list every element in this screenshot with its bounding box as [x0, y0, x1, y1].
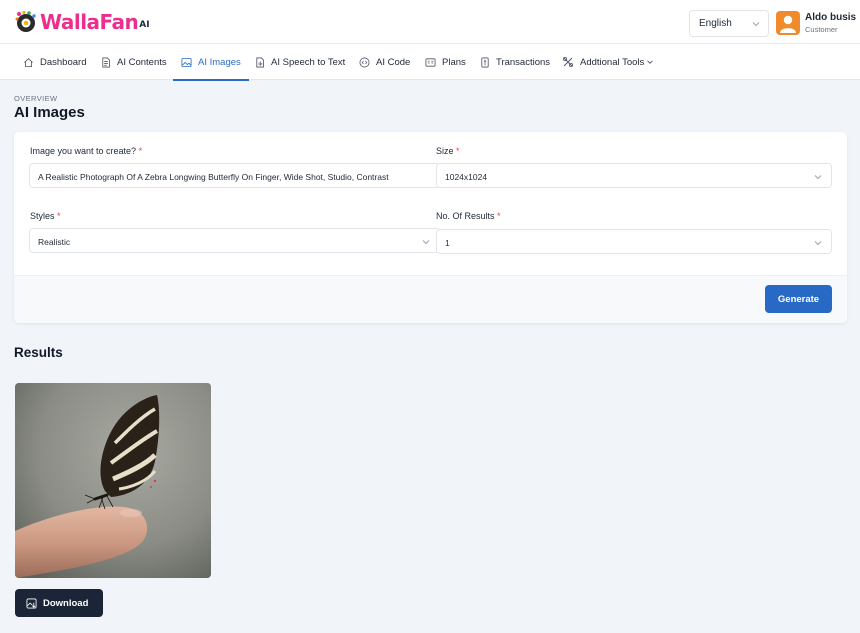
size-label: Size * [436, 146, 460, 156]
download-label: Download [43, 597, 89, 609]
chevron-down-icon [422, 240, 430, 245]
tools-icon [562, 56, 574, 68]
size-select[interactable]: 1024x1024 [436, 163, 832, 188]
results-count-value: 1 [445, 238, 450, 248]
document-icon [102, 57, 110, 67]
nav-label: Plans [442, 56, 466, 68]
prompt-label: Image you want to create? * [30, 146, 142, 156]
styles-value: Realistic [38, 237, 71, 247]
nav-item-ai-code[interactable]: AI Code [359, 44, 410, 80]
image-generation-form: Image you want to create? * A Realistic … [14, 132, 847, 323]
nav-label: AI Images [198, 56, 241, 68]
nav-item-plans[interactable]: Plans [425, 44, 466, 80]
chevron-down-icon [647, 60, 654, 64]
chevron-down-icon [814, 241, 822, 246]
results-count-select[interactable]: 1 [436, 229, 832, 254]
code-icon [359, 57, 370, 67]
chevron-down-icon [814, 175, 822, 180]
results-title: Results [14, 345, 63, 360]
language-value: English [699, 18, 732, 29]
avatar[interactable] [776, 11, 800, 35]
user-name[interactable]: Aldo busis [805, 12, 856, 23]
nav-item-additional-tools[interactable]: Addtional Tools [562, 44, 654, 80]
styles-label-text: Styles [30, 211, 55, 221]
language-select[interactable]: English [689, 10, 769, 37]
prompt-input[interactable]: A Realistic Photograph Of A Zebra Longwi… [29, 163, 440, 188]
form-footer [14, 275, 847, 323]
image-icon [181, 57, 192, 67]
prompt-label-text: Image you want to create? [30, 146, 137, 156]
download-image-icon [26, 598, 37, 608]
results-count-label: No. Of Results * [436, 211, 501, 221]
nav-item-dashboard[interactable]: Dashboard [23, 44, 86, 80]
nav-label: Addtional Tools [580, 56, 645, 68]
brand-logo[interactable]: WallaFan AI [14, 9, 150, 35]
home-icon [24, 57, 33, 67]
nav-item-ai-speech-to-text[interactable]: AI Speech to Text [255, 44, 345, 80]
results-count-label-text: No. Of Results [436, 211, 495, 221]
styles-label: Styles * [30, 211, 61, 221]
nav-label: Dashboard [40, 56, 87, 68]
brand-name: WallaFan [40, 10, 139, 34]
receipt-icon [481, 57, 489, 67]
size-label-text: Size [436, 146, 454, 156]
required-mark: * [497, 211, 501, 221]
prompt-value: A Realistic Photograph Of A Zebra Longwi… [38, 172, 389, 182]
user-avatar-icon [780, 15, 796, 33]
nav-item-ai-contents[interactable]: AI Contents [101, 44, 167, 80]
nav-label: AI Contents [117, 56, 167, 68]
page-title: AI Images [14, 104, 85, 121]
nav-item-transactions[interactable]: Transactions [480, 44, 550, 80]
plans-icon [425, 57, 436, 67]
page-overline: OVERVIEW [14, 94, 58, 103]
styles-select[interactable]: Realistic [29, 228, 440, 253]
size-value: 1024x1024 [445, 172, 488, 182]
nav-label: AI Speech to Text [271, 56, 346, 68]
logo-mark-icon [14, 10, 38, 34]
main-nav: Dashboard AI Contents AI Images AI Speec… [0, 44, 860, 81]
required-mark: * [138, 146, 143, 156]
audio-file-icon [256, 57, 264, 67]
chevron-down-icon [752, 22, 760, 27]
nav-item-ai-images[interactable]: AI Images [173, 44, 249, 81]
required-mark: * [456, 146, 460, 156]
butterfly-image [15, 383, 211, 578]
generate-button[interactable]: Generate [765, 285, 832, 313]
required-mark: * [57, 211, 61, 221]
brand-suffix: AI [139, 20, 150, 30]
top-header: WallaFan AI English Aldo busis Customer [0, 0, 860, 44]
generated-image[interactable] [15, 383, 211, 578]
user-role: Customer [805, 25, 838, 34]
nav-label: Transactions [496, 56, 551, 68]
nav-label: AI Code [376, 56, 411, 68]
download-button[interactable]: Download [15, 589, 103, 617]
